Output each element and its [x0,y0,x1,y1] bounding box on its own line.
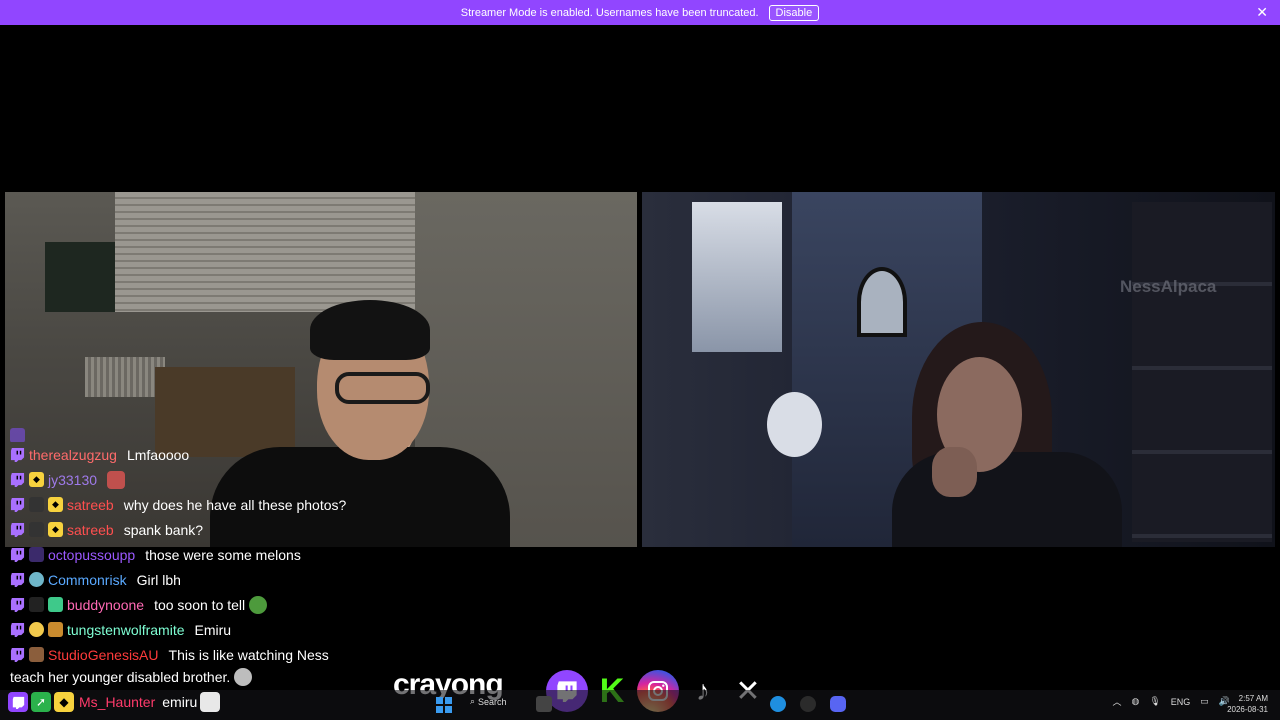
window [45,242,120,312]
edge-browser-icon[interactable] [770,696,786,712]
gift-badge-icon [48,597,63,612]
windows-start-icon[interactable] [436,697,452,713]
twitch-badge-icon [10,597,25,612]
banner-message: Streamer Mode is enabled. Usernames have… [460,6,759,19]
subscriber-badge-icon [10,428,25,442]
chat-username[interactable]: Ms_Haunter [79,694,155,710]
streamer-right-hand [932,447,977,497]
chat-message-continuation: teach her younger disabled brother. [10,668,253,686]
chat-username[interactable]: jy33130 [48,472,97,488]
disable-streamer-mode-button[interactable]: Disable [768,4,820,21]
chat-text: Emiru [194,621,232,638]
chat-username[interactable]: satreeb [67,522,114,538]
chat-message: ◆ satreeb why does he have all these pho… [10,492,410,517]
chevron-up-icon[interactable]: ︿ [1112,695,1121,708]
avatar-badge-icon [29,572,44,587]
emoji-badge-icon [29,622,44,637]
chat-message: buddynoone too soon to tell [10,592,410,617]
streamer-left-hair [310,300,430,360]
chat-message: tungstenwolframite Emiru [10,617,410,642]
chat-text: teach her younger disabled brother. [10,669,231,685]
language-indicator[interactable]: ENG [1171,697,1191,707]
chat-message: therealzugzug Lmfaoooo [10,442,410,467]
taskbar-clock[interactable]: 2:57 AM 2026-08-31 [1227,693,1268,715]
pichu-badge-icon: ◆ [48,497,63,512]
twitch-badge-icon [10,522,25,537]
network-icon[interactable]: ▭ [1200,696,1209,707]
taskbar-chat-strip: ➚ ◆ Ms_Haunter emiru [8,692,221,712]
glasses [335,372,430,404]
moderator-badge-icon [29,522,44,537]
chat-username[interactable]: StudioGenesisAU [48,647,159,663]
twitch-badge-icon [10,547,25,562]
chat-text: This is like watching Ness [168,646,329,663]
search-label: Search [478,696,507,707]
pichu-badge-icon: ◆ [54,692,74,712]
chat-message: Commonrisk Girl lbh [10,567,410,592]
chat-text: Lmfaoooo [126,446,190,463]
chat-username[interactable]: satreeb [67,497,114,513]
security-icon[interactable]: ◍ [1131,696,1139,707]
task-view-icon[interactable] [536,696,552,712]
twitch-badge-icon [10,497,25,512]
chat-username[interactable]: octopussoupp [48,547,135,563]
chat-message: ◆ satreeb spank bank? [10,517,410,542]
mirror [857,267,907,337]
chat-message [10,428,410,442]
sub-gift-badge-icon [48,622,63,637]
pepe-emote-icon [249,595,268,614]
streamer-mode-banner: Streamer Mode is enabled. Usernames have… [0,0,1280,25]
chat-username[interactable]: therealzugzug [29,447,117,463]
chat-text: too soon to tell [154,596,246,613]
chat-text: Girl lbh [136,571,181,588]
ness-alpaca-overlay: NessAlpaca [1120,277,1217,296]
streamer-right-body [892,452,1122,547]
search-icon: ⌕ [470,696,476,706]
moderator-badge-icon [29,497,44,512]
twitch-badge-icon [10,472,25,487]
window-blinds [115,192,415,312]
sub-tier-badge-icon [29,547,44,562]
taskbar-search[interactable]: ⌕ Search [470,696,507,707]
chat-message: octopussoupp those were some melons [10,542,410,567]
video-feed-right: NessAlpaca [642,192,1275,547]
twitch-icon[interactable] [8,692,28,712]
plush-shelves [1132,202,1272,542]
moderator-badge-icon [29,597,44,612]
chat-text: emiru [162,694,198,710]
obs-icon[interactable] [800,696,816,712]
closet [692,202,782,352]
chat-emote-icon [234,668,253,686]
radiator [85,357,165,397]
twitch-badge-icon [10,447,25,462]
chat-username[interactable]: Commonrisk [48,572,127,588]
system-tray: ︿ ◍ 🎙 ENG ▭ 🔊 [1112,695,1230,708]
chat-username[interactable]: buddynoone [67,597,144,613]
microphone-icon[interactable]: 🎙 [1149,696,1160,707]
chat-message: StudioGenesisAU This is like watching Ne… [10,642,410,667]
chat-message: ◆ jy33130 [10,467,410,492]
pichu-badge-icon: ◆ [48,522,63,537]
twitch-badge-icon [10,647,25,662]
plush-toy [767,392,822,457]
chat-overlay: therealzugzug Lmfaoooo ◆ jy33130 ◆ satre… [10,428,410,667]
chat-username[interactable]: tungstenwolframite [67,622,185,638]
chat-text: those were some melons [145,546,301,563]
clock-date: 2026-08-31 [1227,705,1268,714]
clock-time: 2:57 AM [1238,694,1268,703]
green-arrow-icon[interactable]: ➚ [31,692,51,712]
chat-emote-icon [107,470,126,489]
twitch-badge-icon [10,622,25,637]
pichu-badge-icon: ◆ [29,472,44,487]
pencil-badge-icon [29,647,44,662]
close-icon[interactable]: ✕ [1256,4,1268,21]
chat-text: spank bank? [123,521,204,538]
discord-icon[interactable] [830,696,846,712]
chat-text: why does he have all these photos? [123,496,347,513]
chat-emote-icon [200,692,221,712]
twitch-badge-icon [10,572,25,587]
